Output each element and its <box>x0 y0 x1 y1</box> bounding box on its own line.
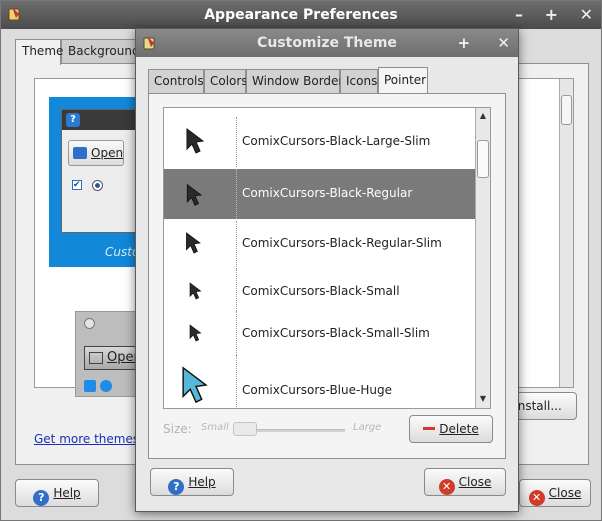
window-titlebar[interactable]: Appearance Preferences – + ✕ <box>1 1 601 29</box>
cursor-preview-icon <box>189 324 202 342</box>
folder-icon <box>89 352 103 364</box>
cursor-preview-icon <box>186 128 205 154</box>
minimize-icon[interactable]: – <box>515 5 523 24</box>
help-icon: ? <box>168 479 185 495</box>
minus-icon <box>423 427 436 430</box>
preview-radio <box>84 318 95 329</box>
list-item[interactable]: ComixCursors-Black-Small-Slim <box>164 311 476 361</box>
delete-button[interactable]: Delete <box>409 415 493 443</box>
scrollbar-thumb[interactable] <box>477 140 489 178</box>
theme-list-scrollbar[interactable] <box>559 79 573 387</box>
cursor-list-scrollbar[interactable]: ▲ ▼ <box>475 108 490 408</box>
list-item[interactable]: ComixCursors-Blue-Huge <box>164 355 476 408</box>
cursor-name: ComixCursors-Black-Large-Slim <box>242 134 431 148</box>
list-item[interactable]: ComixCursors-Black-Regular <box>164 169 476 219</box>
preview-open-button: Open <box>68 140 124 166</box>
folder-icon <box>73 147 87 159</box>
close-icon[interactable]: ✕ <box>497 34 510 52</box>
scroll-down-icon[interactable]: ▼ <box>477 393 489 405</box>
list-item[interactable]: ComixCursors-Black-Regular-Slim <box>164 221 476 271</box>
scroll-up-icon[interactable]: ▲ <box>477 110 489 122</box>
cursor-name: ComixCursors-Black-Regular <box>242 186 413 200</box>
cursor-preview-icon <box>186 232 201 254</box>
close-icon[interactable]: ✕ <box>580 5 593 24</box>
cursor-theme-list[interactable]: ComixCursors-Black-Large-Slim ComixCurso… <box>163 107 491 409</box>
list-item[interactable]: ComixCursors-Black-Large-Slim <box>164 117 476 167</box>
pointer-panel: ComixCursors-Black-Large-Slim ComixCurso… <box>148 93 506 459</box>
close-icon: ✕ <box>438 479 455 495</box>
window-title: Appearance Preferences <box>204 7 398 23</box>
preview-radio <box>92 180 103 191</box>
help-button[interactable]: ? Help <box>15 479 99 507</box>
help-icon: ? <box>66 113 80 127</box>
tab-window-border[interactable]: Window Border <box>246 69 343 93</box>
dialog-help-button[interactable]: ? Help <box>150 468 234 496</box>
tab-pointer[interactable]: Pointer <box>378 67 428 93</box>
close-button[interactable]: ✕ Close <box>519 479 591 507</box>
tab-controls[interactable]: Controls <box>148 69 204 93</box>
cursor-name: ComixCursors-Black-Regular-Slim <box>242 236 442 250</box>
cursor-name: ComixCursors-Black-Small-Slim <box>242 326 430 340</box>
dialog-titlebar[interactable]: Customize Theme + ✕ <box>136 29 518 57</box>
close-icon: ✕ <box>528 490 545 506</box>
cursor-preview-icon <box>182 366 208 404</box>
size-label: Size: <box>163 422 192 436</box>
get-more-themes-link[interactable]: Get more themes o <box>34 432 150 446</box>
preview-checkbox: ✔ <box>72 180 82 190</box>
appearance-app-icon <box>8 7 20 21</box>
appearance-app-icon <box>143 36 155 50</box>
help-icon: ? <box>33 490 50 506</box>
preview-radio <box>100 380 112 392</box>
dialog-title: Customize Theme <box>257 35 397 51</box>
maximize-icon[interactable]: + <box>458 34 471 52</box>
tab-colors[interactable]: Colors <box>204 69 248 93</box>
cursor-preview-icon <box>189 282 202 300</box>
tab-icons[interactable]: Icons <box>340 69 378 93</box>
scrollbar-thumb[interactable] <box>561 95 572 125</box>
size-small-label: Small <box>201 422 229 433</box>
cursor-name: ComixCursors-Blue-Huge <box>242 383 392 397</box>
maximize-icon[interactable]: + <box>545 5 558 24</box>
customize-theme-dialog: Customize Theme + ✕ Controls Colors Wind… <box>135 28 519 512</box>
tab-theme[interactable]: Theme <box>15 39 63 65</box>
preview-checkbox <box>84 380 96 392</box>
cursor-preview-icon <box>186 183 203 206</box>
size-large-label: Large <box>353 422 382 433</box>
size-slider[interactable] <box>233 422 257 436</box>
preview-open-button: Open <box>84 346 142 370</box>
cursor-name: ComixCursors-Black-Small <box>242 284 400 298</box>
dialog-close-button[interactable]: ✕ Close <box>424 468 506 496</box>
